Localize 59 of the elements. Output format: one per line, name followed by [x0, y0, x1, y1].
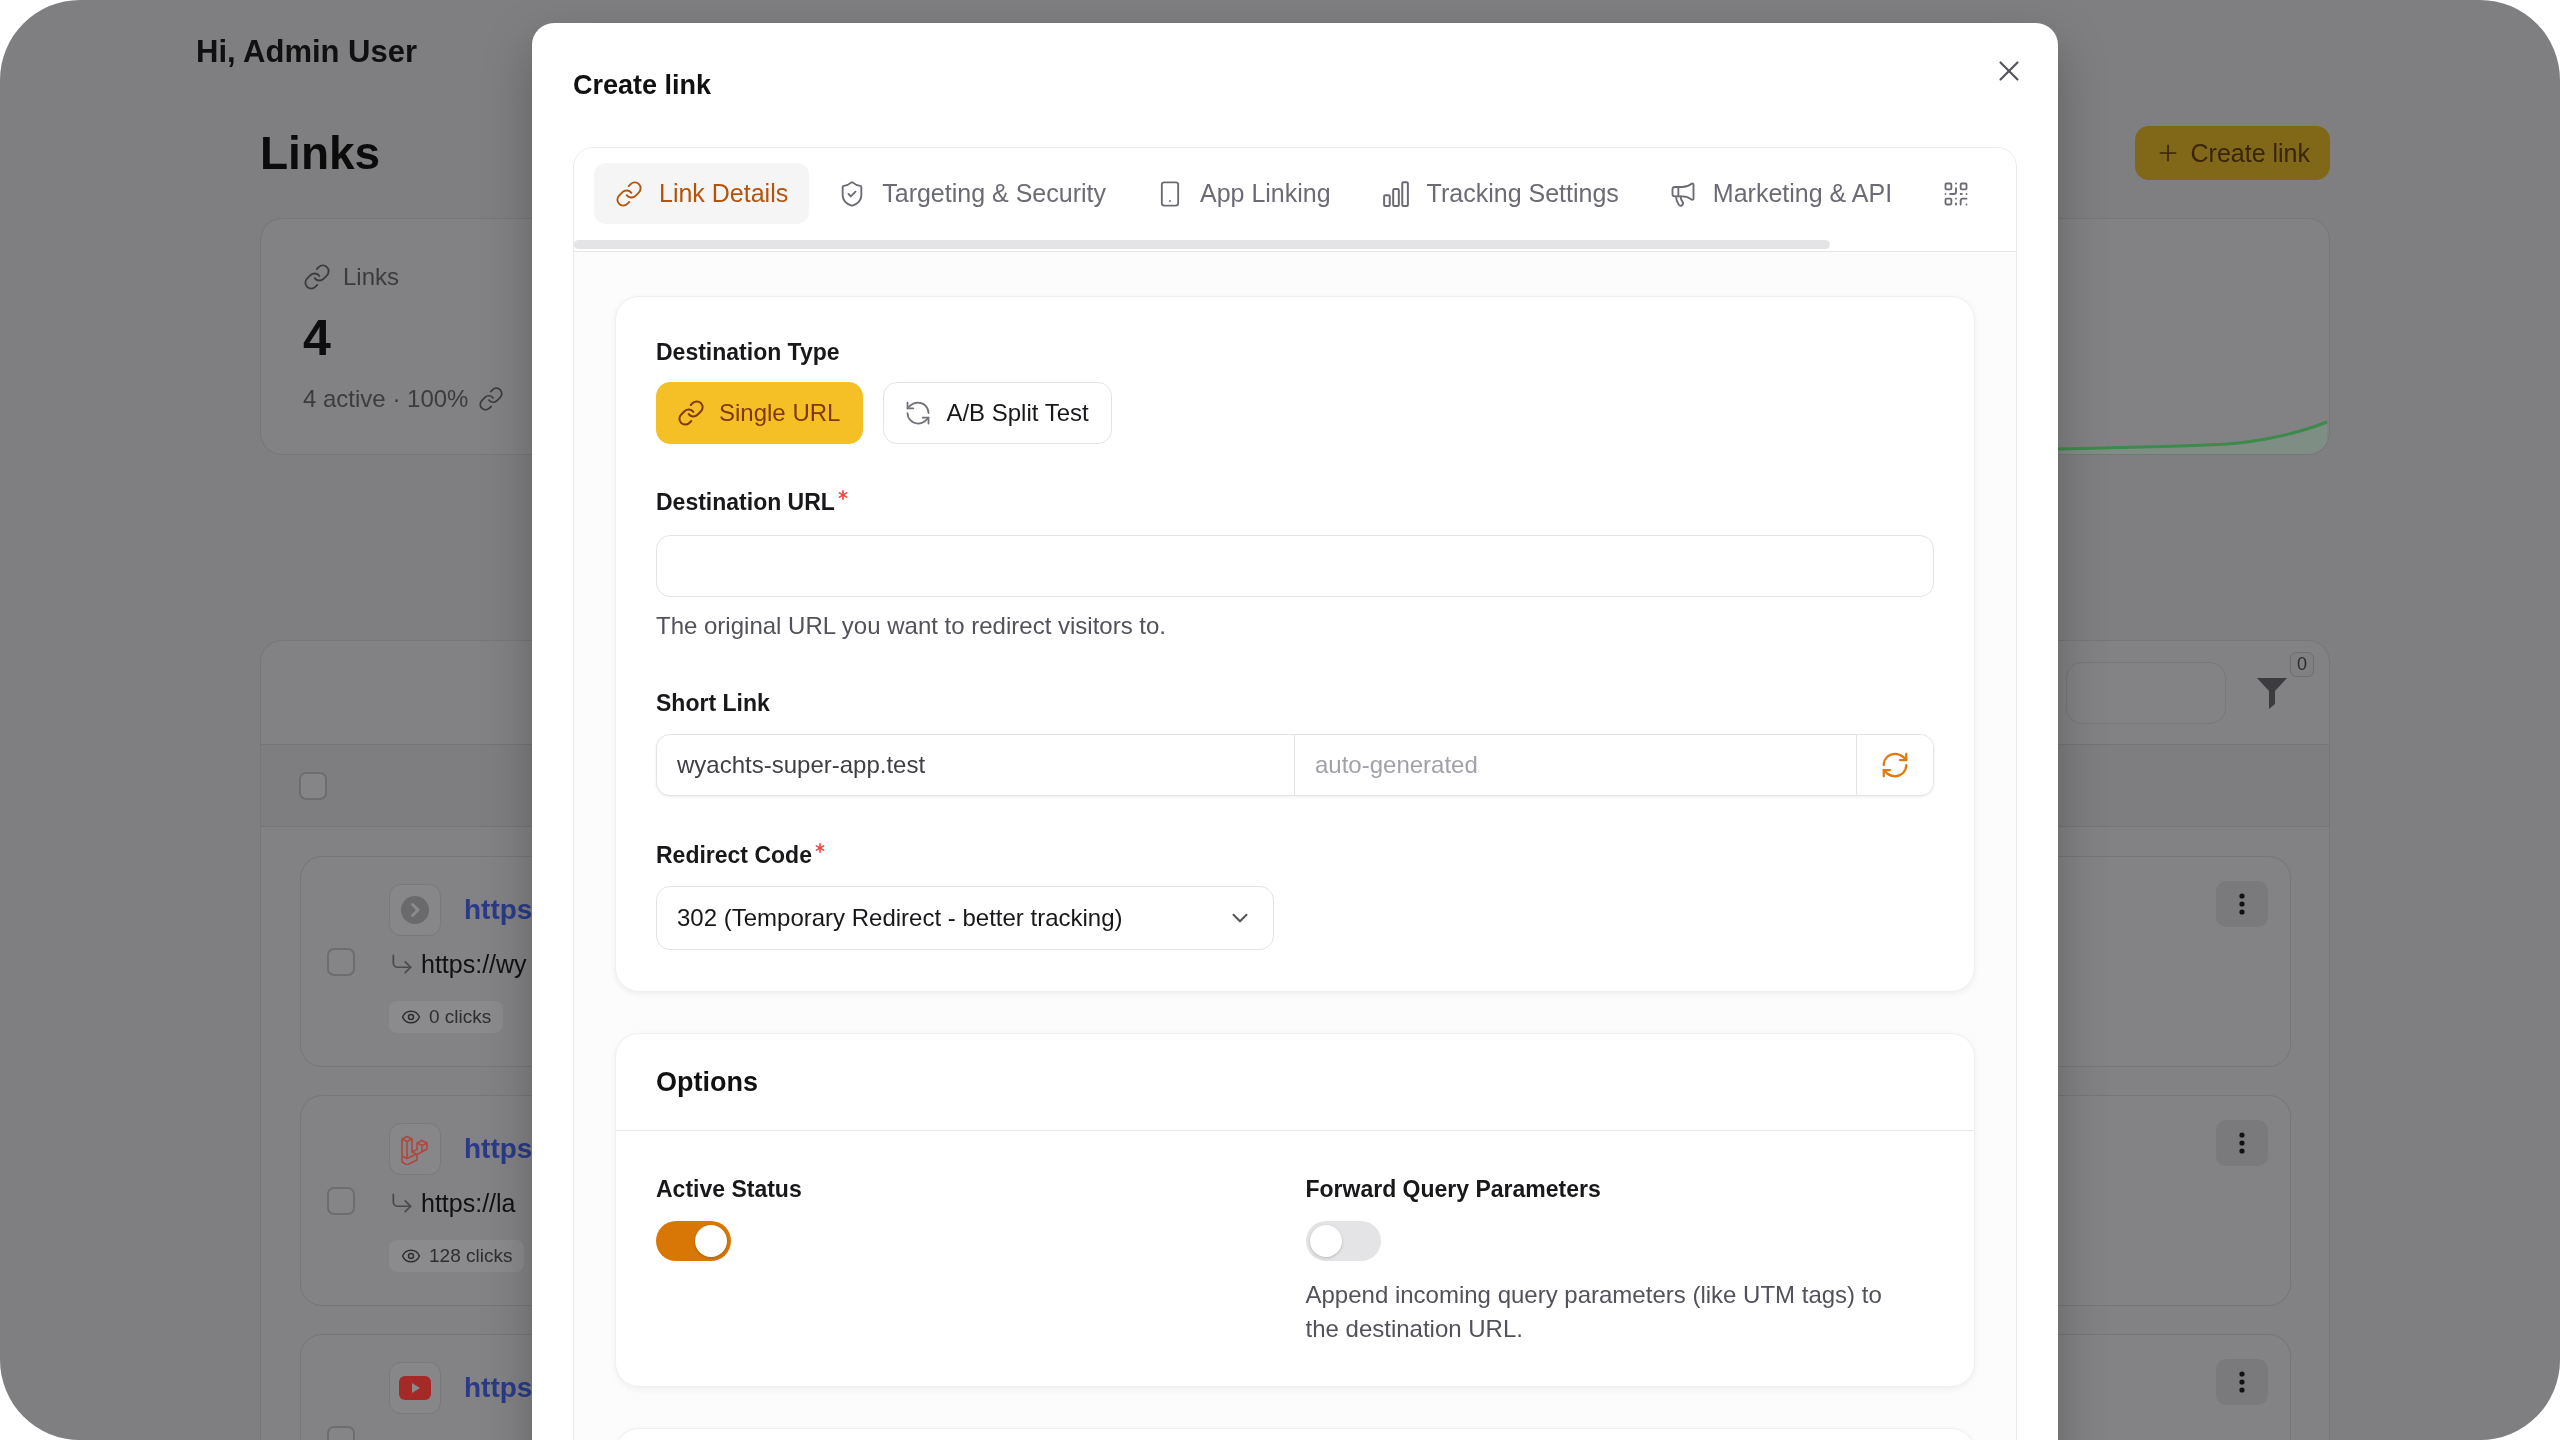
row-checkbox[interactable]	[327, 1186, 355, 1215]
short-link[interactable]: https	[464, 1371, 533, 1405]
filter-count: 0	[2290, 651, 2314, 677]
dialog-title: Create link	[573, 69, 712, 102]
vertical-dots-icon	[2239, 893, 2245, 915]
tab[interactable]: App Linking	[1134, 163, 1352, 224]
refresh-icon	[1880, 750, 1910, 780]
toggle-switch[interactable]	[656, 1221, 731, 1261]
stat-label: Links	[343, 262, 400, 292]
field-label: Destination Type	[656, 338, 840, 367]
page-title: Links	[260, 126, 381, 181]
link-icon	[303, 263, 331, 291]
short-code-input-field[interactable]: auto-generated	[1295, 735, 1856, 795]
greeting: Hi, Admin User	[196, 33, 418, 71]
row-checkbox[interactable]	[327, 947, 355, 976]
stacked-cubes-logo-icon	[389, 1123, 441, 1175]
destination-url: https://wy	[421, 949, 527, 980]
more-options-button[interactable]	[2216, 1120, 2268, 1166]
option-description: Append incoming query parameters (like UTM tags) to the destination URL.	[1305, 1280, 1883, 1344]
short-link-field[interactable]: wyachts-super-app.test auto-generated	[656, 734, 1934, 796]
destination-type-option[interactable]: Single URL	[656, 382, 864, 444]
link-icon	[478, 386, 505, 412]
destination-type-option[interactable]: A/B Split Test	[883, 382, 1112, 444]
stat-value: 4	[303, 309, 331, 368]
stat-detail: 4 active · 100%	[303, 384, 469, 414]
select-all-checkbox[interactable]	[299, 771, 327, 800]
url-input-field[interactable]	[656, 535, 1934, 597]
destination-url: https://la	[421, 1188, 516, 1219]
toggle-switch[interactable]	[1305, 1221, 1381, 1261]
field-label: Short Link	[656, 689, 770, 718]
filter-icon[interactable]	[2256, 675, 2288, 710]
eye-icon	[401, 1007, 421, 1027]
option-label: Active Status	[656, 1175, 802, 1204]
short-link[interactable]: https	[464, 893, 533, 927]
field-label: Destination URL	[656, 488, 835, 517]
click-count: 0 clicks	[429, 1005, 492, 1029]
redirect-code-select[interactable]: 302 (Temporary Redirect - better tracking)	[656, 886, 1274, 950]
field-label: Redirect Code	[656, 841, 812, 870]
click-count: 128 clicks	[429, 1244, 513, 1268]
short-link[interactable]: https	[464, 1132, 533, 1166]
tab[interactable]: Tracking Settings	[1359, 163, 1640, 224]
eye-icon	[401, 1246, 421, 1266]
create-link-button[interactable]: Create link	[2134, 126, 2330, 180]
regenerate-button[interactable]	[1856, 735, 1933, 795]
video-play-icon	[389, 1362, 441, 1414]
link-icon	[615, 179, 643, 208]
vertical-dots-icon	[2239, 1132, 2245, 1154]
horizontal-scrollbar[interactable]	[574, 240, 1830, 249]
more-options-button[interactable]	[2216, 881, 2268, 927]
tab[interactable]: Link Details	[594, 163, 810, 224]
tab[interactable]: Targeting & Security	[817, 163, 1127, 224]
vertical-dots-icon	[2239, 1371, 2245, 1393]
section-title: Options	[656, 1066, 758, 1099]
tab[interactable]: Marketing & API	[1647, 163, 1914, 224]
link-icon	[677, 399, 705, 427]
help-text: The original URL you want to redirect visitors to.	[656, 611, 1166, 641]
bar-chart-icon	[1380, 178, 1411, 209]
more-options-button[interactable]	[2216, 1359, 2268, 1405]
option-label: Forward Query Parameters	[1305, 1175, 1601, 1204]
